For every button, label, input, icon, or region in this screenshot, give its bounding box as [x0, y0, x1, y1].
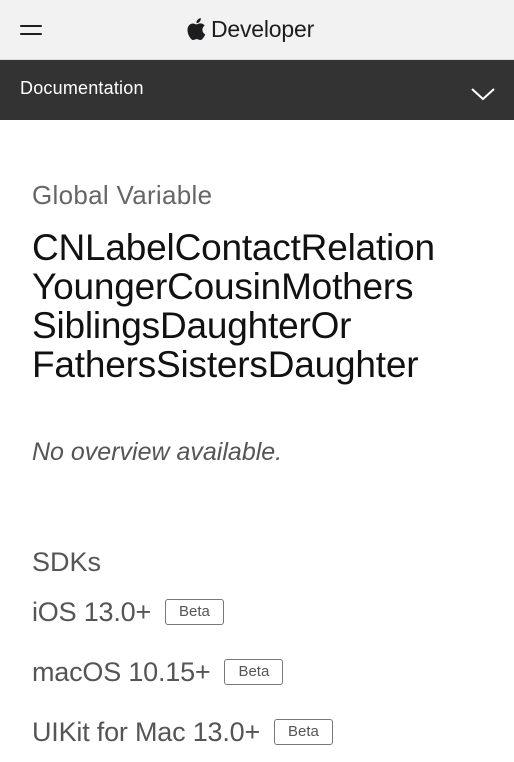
- page-title: CNLabelContactRelation YoungerCousinMoth…: [32, 228, 492, 384]
- main-content: Global Variable CNLabelContactRelation Y…: [32, 175, 492, 762]
- title-line: YoungerCousinMothers: [32, 266, 414, 307]
- sdk-item-uikit-for-mac: UIKit for Mac 13.0+ Beta: [32, 702, 492, 762]
- apple-logo-icon: [187, 18, 206, 40]
- developer-home-link[interactable]: Developer: [186, 13, 314, 45]
- global-nav: Developer: [0, 0, 514, 60]
- brand-label: Developer: [211, 15, 315, 42]
- title-line: SiblingsDaughterOr: [32, 305, 352, 346]
- sdk-name: iOS 13.0+: [32, 596, 152, 627]
- beta-badge: Beta: [224, 659, 284, 685]
- documentation-title: Documentation: [20, 78, 144, 98]
- title-line: CNLabelContactRelation: [32, 227, 435, 268]
- chevron-down-icon[interactable]: [470, 86, 496, 102]
- sdk-name: UIKit for Mac 13.0+: [32, 716, 261, 747]
- sdk-item-ios: iOS 13.0+ Beta: [32, 582, 492, 642]
- sdk-item-macos: macOS 10.15+ Beta: [32, 642, 492, 702]
- documentation-bar[interactable]: Documentation: [0, 60, 514, 120]
- symbol-kind-eyebrow: Global Variable: [32, 180, 213, 210]
- abstract-text: No overview available.: [32, 438, 283, 466]
- beta-badge: Beta: [274, 719, 333, 745]
- sdk-name: macOS 10.15+: [32, 656, 211, 687]
- beta-badge: Beta: [165, 599, 224, 625]
- title-line: FathersSistersDaughter: [32, 344, 419, 385]
- sdks-heading: SDKs: [32, 547, 102, 577]
- hamburger-menu-icon[interactable]: [20, 23, 42, 37]
